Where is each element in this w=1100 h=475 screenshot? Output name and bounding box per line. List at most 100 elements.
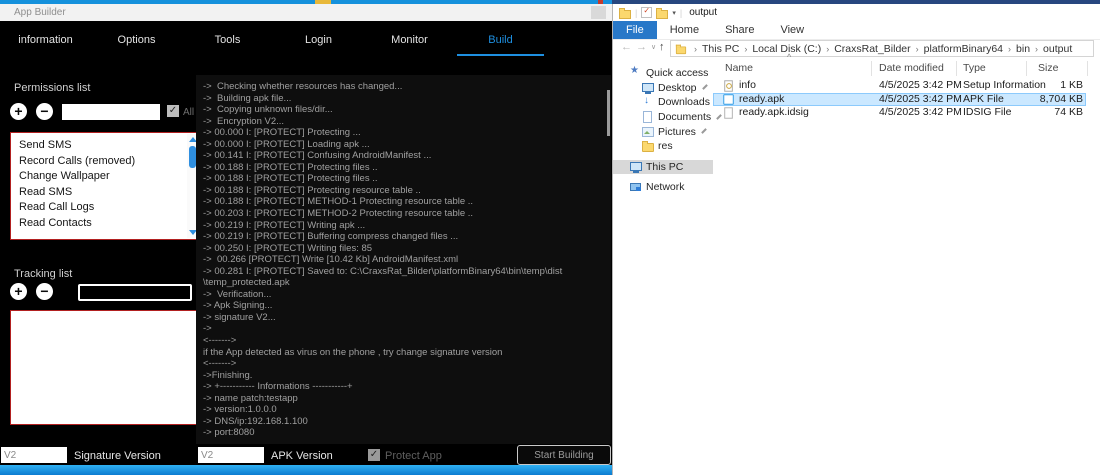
nav-item[interactable]: Pictures xyxy=(613,124,713,139)
file-type: IDSIG File xyxy=(963,106,1011,120)
chevron-right-icon: › xyxy=(826,44,829,54)
screen: App Builder information Options Tools Lo… xyxy=(0,0,1100,475)
back-icon[interactable]: ← xyxy=(621,41,632,53)
breadcrumb-item[interactable]: › CraxsRat_Bilder xyxy=(821,43,910,55)
nav-item[interactable]: Downloads xyxy=(613,95,713,110)
ribbon-tab[interactable]: Share xyxy=(712,21,767,39)
protect-app-checkbox[interactable] xyxy=(368,449,380,461)
file-row[interactable]: info 4/5/2025 3:42 PM Setup Information … xyxy=(713,79,1086,93)
column-divider[interactable] xyxy=(1087,61,1088,76)
column-header-type[interactable]: Type xyxy=(963,62,986,74)
file-name: info xyxy=(739,79,756,93)
permission-item[interactable]: Record Calls (removed) xyxy=(19,154,186,170)
column-header-size[interactable]: Size xyxy=(1038,62,1058,74)
log-line: <-------> xyxy=(203,358,601,370)
log-line: -> 00.266 [PROTECT] Write [10.42 Kb] And… xyxy=(203,254,601,266)
menu-tab[interactable]: Build xyxy=(455,21,546,59)
file-date-modified: 4/5/2025 3:42 PM xyxy=(879,93,962,107)
log-line: -> 00.219 I: [PROTECT] Buffering compres… xyxy=(203,231,601,243)
menu-tab[interactable]: Monitor xyxy=(364,21,455,59)
breadcrumb-label[interactable]: platformBinary64 xyxy=(924,43,1003,55)
menu-tab[interactable]: information xyxy=(0,21,91,59)
breadcrumb-label[interactable]: CraxsRat_Bilder xyxy=(834,43,910,55)
qat-properties-icon[interactable] xyxy=(641,7,652,18)
column-divider[interactable] xyxy=(1026,61,1027,76)
nav-item[interactable]: Documents xyxy=(613,110,713,125)
console-scroll-thumb[interactable] xyxy=(607,90,610,136)
titlebar-control-box[interactable] xyxy=(591,6,606,19)
file-date-modified: 4/5/2025 3:42 PM xyxy=(879,106,962,120)
permission-item[interactable]: Read Contacts xyxy=(19,216,186,232)
nav-item[interactable]: Network xyxy=(613,180,713,195)
permission-item[interactable]: Read SMS xyxy=(19,185,186,201)
sort-asc-icon: ^ xyxy=(787,52,791,62)
menu-tab[interactable]: Options xyxy=(91,21,182,59)
address-folder-icon xyxy=(676,43,686,53)
menu-tab[interactable]: Tools xyxy=(182,21,273,59)
history-dropdown-icon[interactable]: ∨ xyxy=(651,43,656,51)
permissions-remove-button[interactable]: − xyxy=(36,103,53,120)
breadcrumb-item[interactable]: › This PC xyxy=(689,43,739,55)
nav-item[interactable]: This PC xyxy=(613,160,713,175)
breadcrumb-item[interactable]: › platformBinary64 xyxy=(911,43,1003,55)
column-header-name[interactable]: Name xyxy=(725,62,753,74)
file-size: 8,704 KB xyxy=(1013,93,1083,107)
log-line: -> signature V2... xyxy=(203,312,601,324)
log-line: -> 00.250 I: [PROTECT] Writing files: 85 xyxy=(203,243,601,255)
nav-item-icon xyxy=(642,140,654,152)
permissions-add-button[interactable]: + xyxy=(10,103,27,120)
permission-item[interactable]: Change Wallpaper xyxy=(19,169,186,185)
tracking-listbox[interactable] xyxy=(10,310,200,425)
nav-item-label: res xyxy=(658,140,673,152)
explorer-app-icon xyxy=(619,7,631,18)
nav-item[interactable]: Quick access xyxy=(613,66,713,81)
tracking-add-button[interactable]: + xyxy=(10,283,27,300)
breadcrumb-item[interactable]: › bin xyxy=(1003,43,1030,55)
permissions-all-checkbox[interactable] xyxy=(167,105,179,117)
forward-icon[interactable]: → xyxy=(636,41,647,53)
log-line: -> Building apk file... xyxy=(203,93,601,105)
breadcrumb-label[interactable]: output xyxy=(1043,43,1072,55)
nav-item-icon xyxy=(630,67,642,79)
nav-item-label: Pictures xyxy=(658,126,696,138)
apk-version-input[interactable] xyxy=(198,447,264,463)
permissions-search-input[interactable] xyxy=(62,104,160,120)
up-icon[interactable]: ↑ xyxy=(659,41,665,53)
breadcrumb[interactable]: › This PC › Local Disk (C:) › CraxsRat_B… xyxy=(670,40,1094,57)
ribbon-tab[interactable]: Home xyxy=(657,21,712,39)
tracking-remove-button[interactable]: − xyxy=(36,283,53,300)
breadcrumb-label[interactable]: bin xyxy=(1016,43,1030,55)
qat-customize-icon[interactable]: ▾ xyxy=(672,9,676,17)
start-building-button[interactable]: Start Building xyxy=(517,445,611,465)
taskbar-strip-bottom xyxy=(0,465,612,475)
qat-new-folder-icon[interactable] xyxy=(656,7,668,18)
file-size: 74 KB xyxy=(1013,106,1083,120)
column-header-date[interactable]: Date modified xyxy=(879,62,944,74)
signature-version-label: Signature Version xyxy=(74,450,161,462)
explorer-window: | ▾ | output File Home Share View ← → ∨ … xyxy=(612,4,1100,475)
log-line: -> port:8080 xyxy=(203,427,601,439)
signature-version-input[interactable] xyxy=(1,447,67,463)
breadcrumb-label[interactable]: This PC xyxy=(702,43,739,55)
scroll-thumb[interactable] xyxy=(189,146,196,168)
log-line: -> 00.188 I: [PROTECT] METHOD-1 Protecti… xyxy=(203,196,601,208)
menu-tab[interactable]: Login xyxy=(273,21,364,59)
file-row[interactable]: ready.apk.idsig 4/5/2025 3:42 PM IDSIG F… xyxy=(713,106,1086,120)
file-icon xyxy=(723,94,734,105)
column-divider[interactable] xyxy=(871,61,872,76)
ribbon-tab[interactable]: File xyxy=(613,21,657,39)
column-divider[interactable] xyxy=(956,61,957,76)
breadcrumb-item[interactable]: › Local Disk (C:) xyxy=(739,43,821,55)
nav-item[interactable]: res xyxy=(613,139,713,154)
log-line: ->Finishing. xyxy=(203,370,601,382)
tracking-input[interactable] xyxy=(78,284,192,301)
permission-item[interactable]: Send SMS xyxy=(19,138,186,154)
ribbon-tab[interactable]: View xyxy=(767,21,817,39)
protect-app-label: Protect App xyxy=(385,450,442,462)
chevron-right-icon: › xyxy=(1008,44,1011,54)
nav-item[interactable]: Desktop xyxy=(613,81,713,96)
permission-item[interactable]: Read Call Logs xyxy=(19,200,186,216)
breadcrumb-item[interactable]: › output xyxy=(1030,43,1072,55)
file-row[interactable]: ready.apk 4/5/2025 3:42 PM APK File 8,70… xyxy=(713,93,1086,107)
log-line: -> Checking whether resources has change… xyxy=(203,81,601,93)
